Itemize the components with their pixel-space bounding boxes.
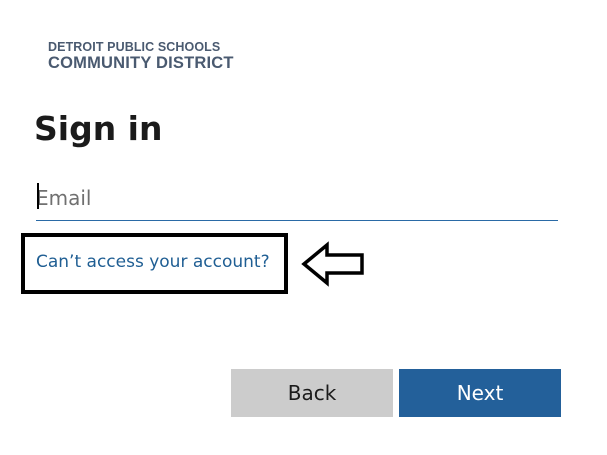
logo-line-2: COMMUNITY DISTRICT <box>48 53 234 72</box>
district-logo: DETROIT PUBLIC SCHOOLS COMMUNITY DISTRIC… <box>48 41 234 71</box>
logo-line-1: DETROIT PUBLIC SCHOOLS <box>48 40 221 54</box>
next-button[interactable]: Next <box>399 369 561 417</box>
cant-access-account-link[interactable]: Can’t access your account? <box>36 252 270 272</box>
email-field-container <box>36 176 558 221</box>
back-button[interactable]: Back <box>231 369 393 417</box>
signin-page: DETROIT PUBLIC SCHOOLS COMMUNITY DISTRIC… <box>0 0 607 455</box>
page-title: Sign in <box>34 109 163 148</box>
email-input[interactable] <box>36 176 558 220</box>
text-caret <box>37 183 39 209</box>
left-arrow-outline-icon <box>301 241 364 287</box>
